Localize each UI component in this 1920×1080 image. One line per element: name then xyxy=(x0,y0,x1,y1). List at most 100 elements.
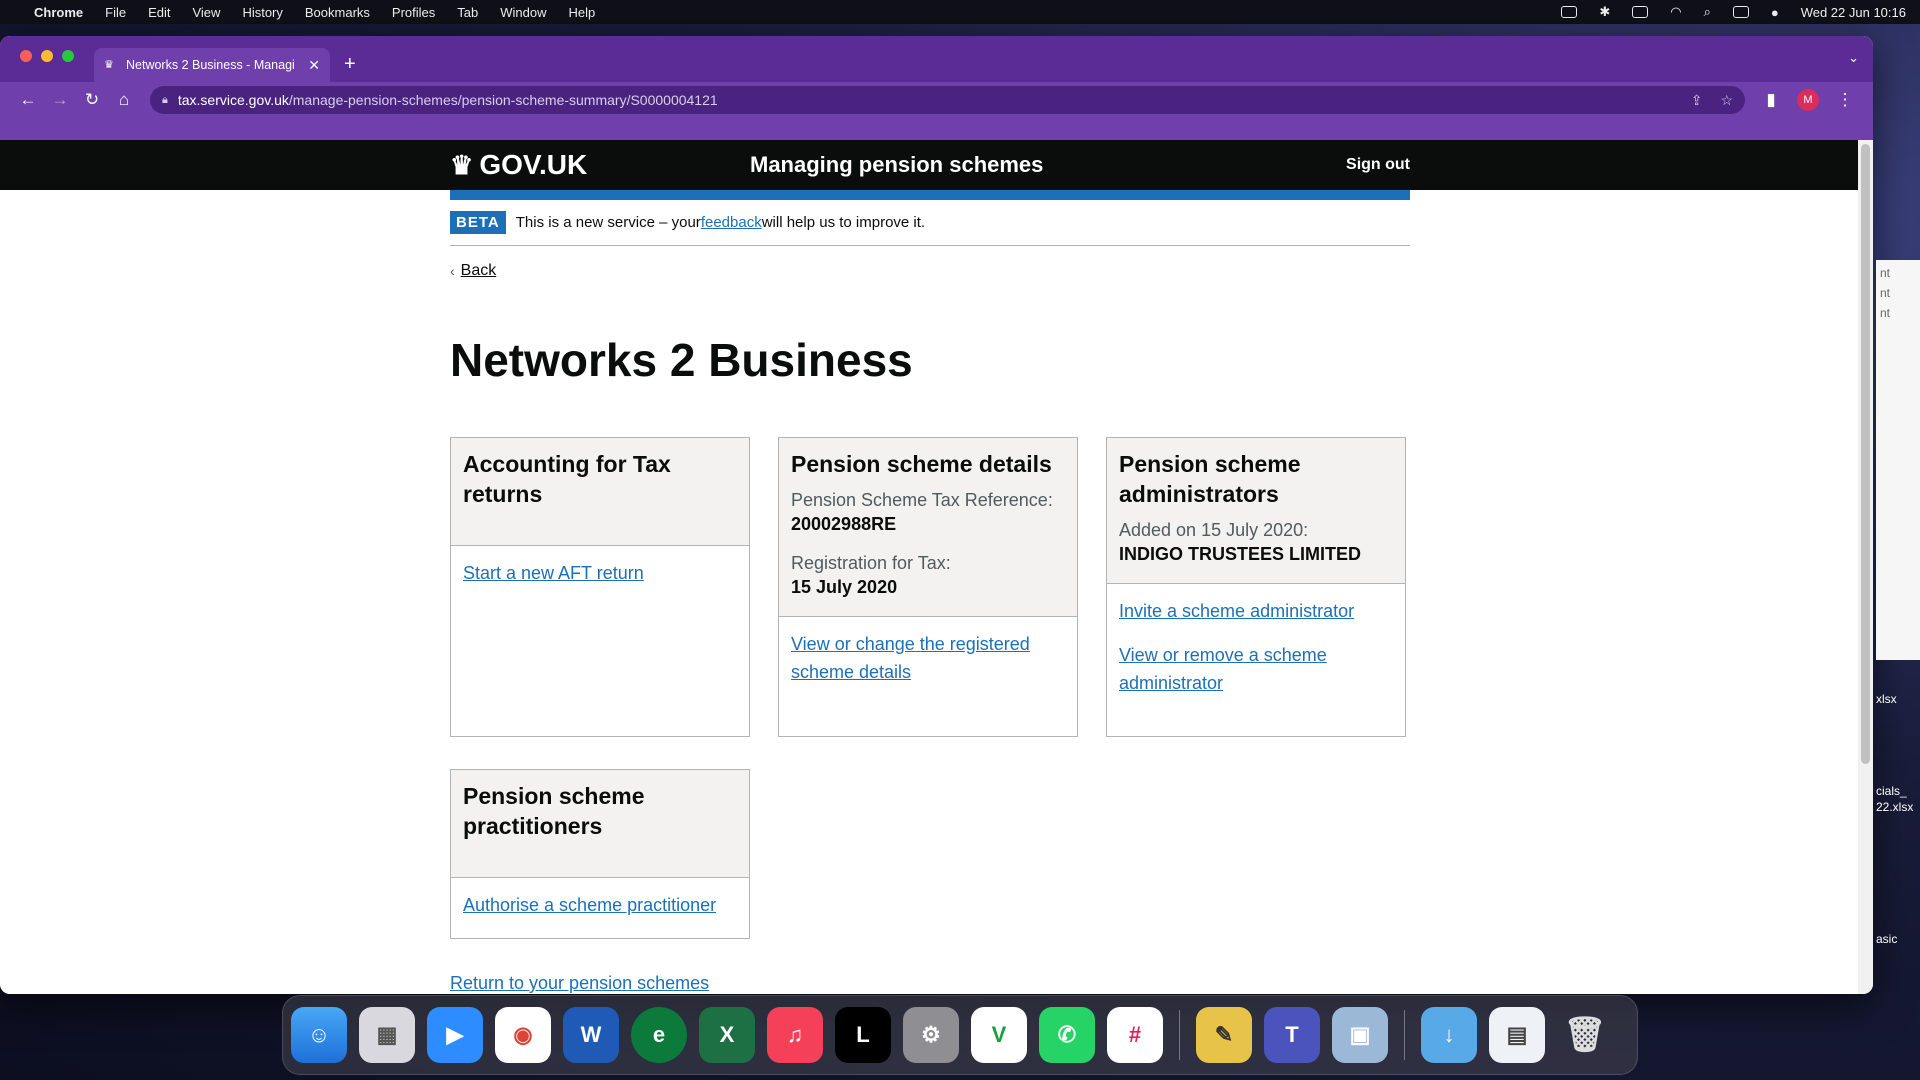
card-scheme-administrators: Pension scheme administrators Added on 1… xyxy=(1106,437,1406,737)
bluetooth-icon[interactable]: ✱ xyxy=(1599,4,1610,20)
scrollbar-thumb[interactable] xyxy=(1861,144,1870,764)
music-icon[interactable]: ♫ xyxy=(767,1007,823,1063)
home-icon[interactable]: ⌂ xyxy=(108,90,140,110)
registration-value: 15 July 2020 xyxy=(791,576,898,597)
menu-bookmarks[interactable]: Bookmarks xyxy=(305,5,370,20)
card-aft-title: Accounting for Tax returns xyxy=(463,451,671,507)
govuk-logo[interactable]: ♛ GOV.UK xyxy=(450,149,750,181)
address-bar[interactable]: 🔒︎ tax.service.gov.uk /manage-pension-sc… xyxy=(150,86,1745,114)
menu-app-name[interactable]: Chrome xyxy=(34,5,83,20)
chevron-left-icon: ‹ xyxy=(450,263,455,279)
share-icon[interactable]: ⇪ xyxy=(1691,92,1703,109)
side-fragment-2: nt xyxy=(1880,286,1891,300)
menu-window[interactable]: Window xyxy=(500,5,546,20)
mac-dock: ☺ ▦ ▶ ◉ W e X ♫ L ⚙ V ✆ # ✎ T ▣ ↓ ▤ 🗑︎ xyxy=(282,995,1638,1075)
tab-search-chevron-icon[interactable]: ⌄ xyxy=(1848,50,1859,66)
letterboxd-icon[interactable]: L xyxy=(835,1007,891,1063)
vectorworks-icon[interactable]: V xyxy=(971,1007,1027,1063)
minimize-window-button[interactable] xyxy=(41,50,53,62)
menu-history[interactable]: History xyxy=(242,5,282,20)
view-remove-administrator-link[interactable]: View or remove a scheme administrator xyxy=(1119,642,1393,698)
sign-out-link[interactable]: Sign out xyxy=(1346,156,1410,174)
window-controls xyxy=(20,50,74,62)
preview-icon[interactable]: ▣ xyxy=(1332,1007,1388,1063)
mac-menu-bar: Chrome File Edit View History Bookmarks … xyxy=(0,0,1920,24)
crown-favicon-icon: ♛ xyxy=(104,59,114,71)
menu-profiles[interactable]: Profiles xyxy=(392,5,435,20)
return-to-schemes-link[interactable]: Return to your pension schemes xyxy=(450,973,709,993)
bookmark-star-icon[interactable]: ☆ xyxy=(1720,92,1733,109)
feedback-link[interactable]: feedback xyxy=(701,214,762,231)
phase-text-after: will help us to improve it. xyxy=(761,214,926,231)
whatsapp-icon[interactable]: ✆ xyxy=(1039,1007,1095,1063)
control-center-icon[interactable] xyxy=(1732,6,1749,18)
excel-icon[interactable]: X xyxy=(699,1007,755,1063)
new-tab-button[interactable]: + xyxy=(344,53,356,76)
return-to-schemes-link-wrap: Return to your pension schemes xyxy=(450,973,1410,994)
side-fragment-3: nt xyxy=(1880,306,1891,320)
card-details-body: View or change the registered scheme det… xyxy=(779,617,1077,705)
finder-icon[interactable]: ☺ xyxy=(291,1007,347,1063)
phase-text-before: This is a new service – your xyxy=(515,214,701,231)
scheme-cards: Accounting for Tax returns Start a new A… xyxy=(450,437,1410,939)
trash-icon[interactable]: 🗑︎ xyxy=(1557,1007,1613,1063)
card-practitioners-head: Pension scheme practitioners xyxy=(451,770,749,878)
profile-avatar[interactable]: M xyxy=(1797,89,1819,111)
screen-record-icon[interactable] xyxy=(1561,6,1578,18)
desktop-file-label-2b: 22.xlsx xyxy=(1876,799,1914,814)
registration-label: Registration for Tax: xyxy=(791,552,951,573)
chrome-icon[interactable]: ◉ xyxy=(495,1007,551,1063)
teams-icon[interactable]: T xyxy=(1264,1007,1320,1063)
menu-clock[interactable]: Wed 22 Jun 10:16 xyxy=(1801,5,1906,20)
colorsync-icon[interactable]: ✎ xyxy=(1196,1007,1252,1063)
reload-icon[interactable]: ↻ xyxy=(76,90,108,110)
card-scheme-details: Pension scheme details Pension Scheme Ta… xyxy=(778,437,1078,737)
start-aft-return-link[interactable]: Start a new AFT return xyxy=(463,560,737,588)
back-link[interactable]: ‹ Back xyxy=(450,262,496,280)
menu-help[interactable]: Help xyxy=(569,5,596,20)
page-title: Networks 2 Business xyxy=(450,334,913,386)
edge-dev-icon[interactable]: e xyxy=(631,1007,687,1063)
menu-edit[interactable]: Edit xyxy=(148,5,170,20)
authorise-practitioner-link[interactable]: Authorise a scheme practitioner xyxy=(463,892,737,920)
zoom-icon[interactable]: ▶ xyxy=(427,1007,483,1063)
beta-tag: BETA xyxy=(450,211,506,234)
close-tab-icon[interactable]: ✕ xyxy=(308,57,320,74)
back-arrow-icon[interactable]: ← xyxy=(12,90,44,110)
downloads-folder-icon[interactable]: ↓ xyxy=(1421,1007,1477,1063)
web-page: ♛ GOV.UK Managing pension schemes Sign o… xyxy=(0,140,1858,994)
word-icon[interactable]: W xyxy=(563,1007,619,1063)
menu-tab[interactable]: Tab xyxy=(457,5,478,20)
system-preferences-icon[interactable]: ⚙ xyxy=(903,1007,959,1063)
back-link-text[interactable]: Back xyxy=(461,262,497,280)
card-aft: Accounting for Tax returns Start a new A… xyxy=(450,437,750,737)
desktop-file-label-1[interactable]: xlsx xyxy=(1876,692,1897,706)
invite-administrator-link[interactable]: Invite a scheme administrator xyxy=(1119,598,1393,626)
menu-view[interactable]: View xyxy=(192,5,220,20)
more-menu-icon[interactable]: ⋮ xyxy=(1829,90,1861,110)
crown-icon: ♛ xyxy=(450,149,474,180)
tab-strip: ♛ Networks 2 Business - Managi ✕ + ⌄ xyxy=(0,36,1873,82)
zoom-window-button[interactable] xyxy=(62,50,74,62)
card-practitioners-title: Pension scheme practitioners xyxy=(463,783,645,839)
view-change-scheme-details-link[interactable]: View or change the registered scheme det… xyxy=(791,631,1065,687)
launchpad-icon[interactable]: ▦ xyxy=(359,1007,415,1063)
close-window-button[interactable] xyxy=(20,50,32,62)
siri-icon[interactable]: ● xyxy=(1771,5,1779,20)
wifi-icon[interactable]: ◠ xyxy=(1670,4,1681,20)
service-name-link[interactable]: Managing pension schemes xyxy=(750,152,1346,178)
chrome-window-thumbnail-icon[interactable]: ▤ xyxy=(1489,1007,1545,1063)
forward-arrow-icon[interactable]: → xyxy=(44,90,76,110)
lock-icon[interactable]: 🔒︎ xyxy=(162,94,168,107)
page-scrollbar[interactable] xyxy=(1858,140,1873,994)
side-panel-icon[interactable]: ▮ xyxy=(1755,90,1787,110)
desktop-file-label-3[interactable]: asic xyxy=(1876,932,1897,946)
desktop-file-label-2[interactable]: cials_ 22.xlsx xyxy=(1876,784,1913,815)
battery-icon[interactable] xyxy=(1632,6,1649,18)
slack-icon[interactable]: # xyxy=(1107,1007,1163,1063)
spotlight-search-icon[interactable]: ⌕ xyxy=(1704,4,1711,20)
menu-file[interactable]: File xyxy=(105,5,126,20)
chrome-window: ♛ Networks 2 Business - Managi ✕ + ⌄ ← →… xyxy=(0,36,1873,994)
active-tab[interactable]: ♛ Networks 2 Business - Managi ✕ xyxy=(94,48,330,82)
url-path: /manage-pension-schemes/pension-scheme-s… xyxy=(288,92,718,108)
